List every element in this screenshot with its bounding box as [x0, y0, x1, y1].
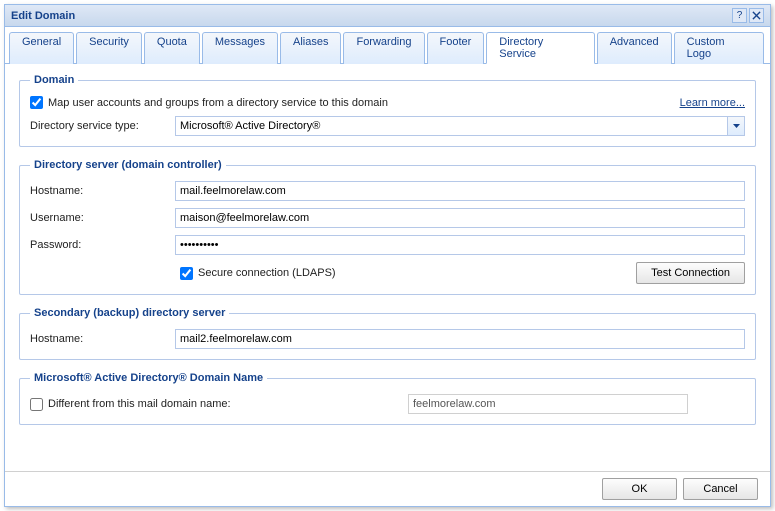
password-label: Password: [30, 239, 175, 251]
tab-content: Domain Map user accounts and groups from… [5, 64, 770, 489]
secure-label: Secure connection (LDAPS) [198, 267, 336, 279]
tab-security[interactable]: Security [76, 32, 142, 64]
password-row: Password: [30, 235, 745, 255]
domain-legend: Domain [30, 74, 78, 86]
tab-quota[interactable]: Quota [144, 32, 200, 64]
tab-messages[interactable]: Messages [202, 32, 278, 64]
tab-custom-logo[interactable]: Custom Logo [674, 32, 764, 64]
dirserver-fieldset: Directory server (domain controller) Hos… [19, 159, 756, 295]
secure-row: Secure connection (LDAPS) Test Connectio… [30, 262, 745, 284]
tab-general[interactable]: General [9, 32, 74, 64]
map-row: Map user accounts and groups from a dire… [30, 96, 745, 109]
adname-legend: Microsoft® Active Directory® Domain Name [30, 372, 267, 384]
hostname-input[interactable] [175, 181, 745, 201]
diff-label: Different from this mail domain name: [48, 398, 408, 410]
secondary-fieldset: Secondary (backup) directory server Host… [19, 307, 756, 360]
chevron-down-icon [733, 124, 740, 128]
password-input[interactable] [175, 235, 745, 255]
tab-advanced[interactable]: Advanced [597, 32, 672, 64]
ok-button[interactable]: OK [602, 478, 677, 500]
tab-footer[interactable]: Footer [427, 32, 485, 64]
secondary-legend: Secondary (backup) directory server [30, 307, 229, 319]
username-row: Username: [30, 208, 745, 228]
adname-input[interactable] [408, 394, 688, 414]
test-connection-button[interactable]: Test Connection [636, 262, 745, 284]
bottom-bar: OK Cancel [5, 471, 770, 506]
tab-bar: General Security Quota Messages Aliases … [5, 27, 770, 64]
map-checkbox[interactable] [30, 96, 43, 109]
secondary-hostname-input[interactable] [175, 329, 745, 349]
adname-fieldset: Microsoft® Active Directory® Domain Name… [19, 372, 756, 425]
dir-type-row: Directory service type: Microsoft® Activ… [30, 116, 745, 136]
dir-type-label: Directory service type: [30, 120, 175, 132]
map-label: Map user accounts and groups from a dire… [48, 97, 388, 109]
close-button[interactable] [749, 8, 764, 23]
edit-domain-dialog: Edit Domain ? General Security Quota Mes… [4, 4, 771, 507]
username-label: Username: [30, 212, 175, 224]
diff-checkbox[interactable] [30, 398, 43, 411]
dirserver-legend: Directory server (domain controller) [30, 159, 226, 171]
secondary-hostname-row: Hostname: [30, 329, 745, 349]
close-icon [752, 11, 761, 20]
dir-type-dropdown-button[interactable] [727, 117, 744, 135]
domain-fieldset: Domain Map user accounts and groups from… [19, 74, 756, 147]
diff-row: Different from this mail domain name: [30, 394, 745, 414]
secure-checkbox[interactable] [180, 267, 193, 280]
hostname-label: Hostname: [30, 185, 175, 197]
secondary-hostname-label: Hostname: [30, 333, 175, 345]
username-input[interactable] [175, 208, 745, 228]
title-bar: Edit Domain ? [5, 5, 770, 27]
tab-forwarding[interactable]: Forwarding [343, 32, 424, 64]
title-controls: ? [732, 8, 764, 23]
learn-more-link[interactable]: Learn more... [680, 97, 745, 109]
hostname-row: Hostname: [30, 181, 745, 201]
tab-directory-service[interactable]: Directory Service [486, 32, 594, 64]
dir-type-select[interactable]: Microsoft® Active Directory® [175, 116, 745, 136]
tab-aliases[interactable]: Aliases [280, 32, 341, 64]
cancel-button[interactable]: Cancel [683, 478, 758, 500]
help-button[interactable]: ? [732, 8, 747, 23]
dialog-title: Edit Domain [11, 10, 75, 22]
dir-type-value: Microsoft® Active Directory® [176, 117, 727, 135]
